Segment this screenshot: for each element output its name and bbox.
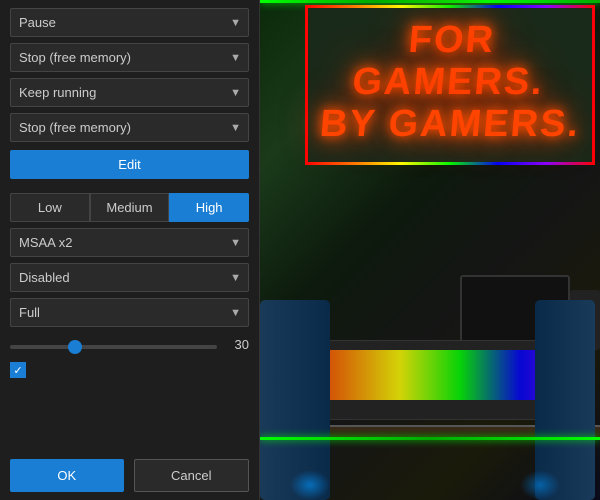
disabled-dropdown-row: Disabled ▼ [10,263,249,292]
floor-light-right [520,470,560,500]
quality-preset-row: Low Medium High [10,193,249,222]
cancel-button[interactable]: Cancel [134,459,250,492]
disabled-dropdown[interactable]: Disabled [10,263,249,292]
neon-sign: FOR GAMERS. BY GAMERS. [310,20,590,145]
bottom-action-row: OK Cancel [10,449,249,492]
led-strip-bottom [260,437,600,440]
neon-text-line2: BY GAMERS. [308,104,592,146]
ok-button[interactable]: OK [10,459,124,492]
led-strip-top [260,0,600,3]
floor-light-left [290,470,330,500]
quality-low-button[interactable]: Low [10,193,90,222]
keep-running-dropdown-row: Keep running ▼ [10,78,249,107]
msaa-dropdown-row: MSAA x2 ▼ [10,228,249,257]
gaming-background: FOR GAMERS. BY GAMERS. [260,0,600,500]
gaming-image-panel: FOR GAMERS. BY GAMERS. [260,0,600,500]
enable-checkbox[interactable]: ✓ [10,362,26,378]
pause-dropdown[interactable]: Pause [10,8,249,37]
msaa-dropdown[interactable]: MSAA x2 [10,228,249,257]
edit-button[interactable]: Edit [10,150,249,179]
stop-free-dropdown-row-1: Stop (free memory) ▼ [10,43,249,72]
pause-dropdown-row: Pause ▼ [10,8,249,37]
quality-slider[interactable] [10,345,217,349]
quality-high-button[interactable]: High [169,193,249,222]
slider-value-label: 30 [225,337,249,352]
stop-free-dropdown-2[interactable]: Stop (free memory) [10,113,249,142]
keep-running-dropdown[interactable]: Keep running [10,78,249,107]
stop-free-dropdown-row-2: Stop (free memory) ▼ [10,113,249,142]
checkmark-icon: ✓ [13,364,22,377]
slider-container [10,337,217,352]
slider-row: 30 [10,337,249,352]
neon-text-line1: FOR GAMERS. [306,20,593,104]
quality-medium-button[interactable]: Medium [90,193,170,222]
stop-free-dropdown-1[interactable]: Stop (free memory) [10,43,249,72]
settings-panel: Pause ▼ Stop (free memory) ▼ Keep runnin… [0,0,260,500]
checkbox-row: ✓ [10,362,249,378]
full-dropdown[interactable]: Full [10,298,249,327]
full-dropdown-row: Full ▼ [10,298,249,327]
